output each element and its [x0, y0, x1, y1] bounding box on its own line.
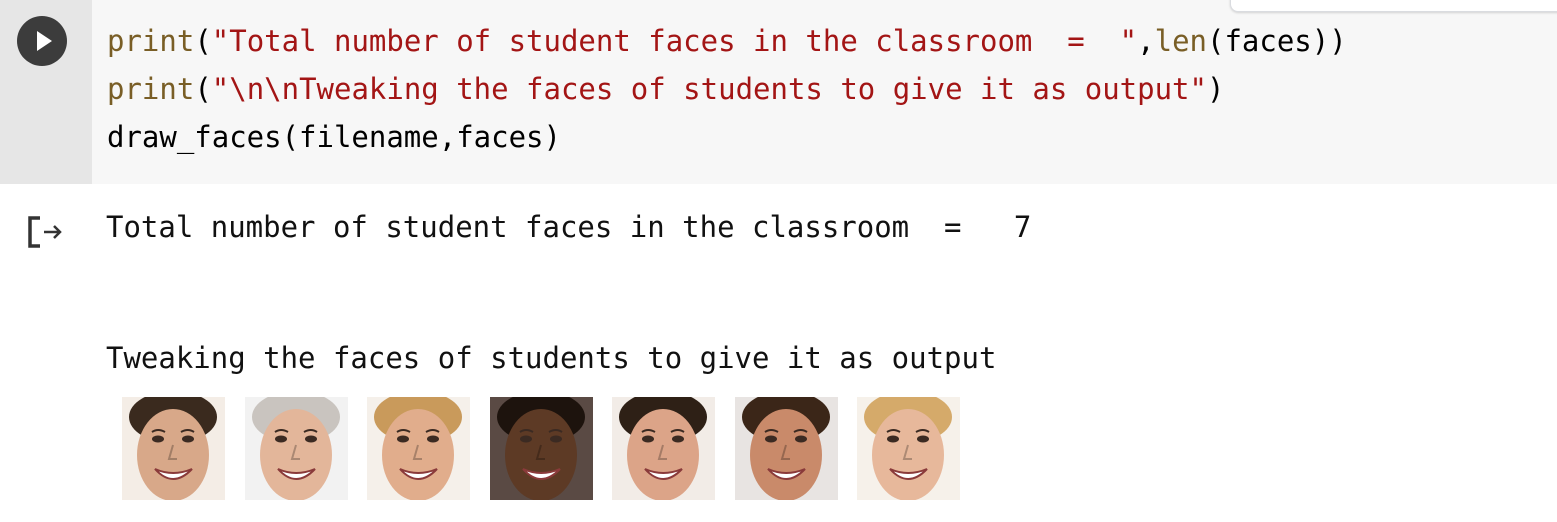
- cell-toolbar: [1230, 0, 1557, 12]
- output-clear-icon[interactable]: [26, 214, 66, 250]
- output-text-line-2: Tweaking the faces of students to give i…: [106, 341, 997, 375]
- face-6: [735, 397, 838, 500]
- face-1: [122, 397, 225, 500]
- code-cell[interactable]: print("Total number of student faces in …: [0, 0, 1557, 184]
- code-editor[interactable]: print("Total number of student faces in …: [107, 17, 1347, 161]
- face-7: [857, 397, 960, 500]
- play-icon: [37, 31, 52, 51]
- output-text-line-1: Total number of student faces in the cla…: [106, 210, 1032, 244]
- face-5: [612, 397, 715, 500]
- run-cell-button[interactable]: [17, 16, 67, 66]
- code-line-3[interactable]: draw_faces(filename,faces): [107, 113, 1347, 161]
- face-2: [245, 397, 348, 500]
- face-4: [490, 397, 593, 500]
- code-line-1[interactable]: print("Total number of student faces in …: [107, 17, 1347, 65]
- face-3: [367, 397, 470, 500]
- code-line-2[interactable]: print("\n\nTweaking the faces of student…: [107, 65, 1347, 113]
